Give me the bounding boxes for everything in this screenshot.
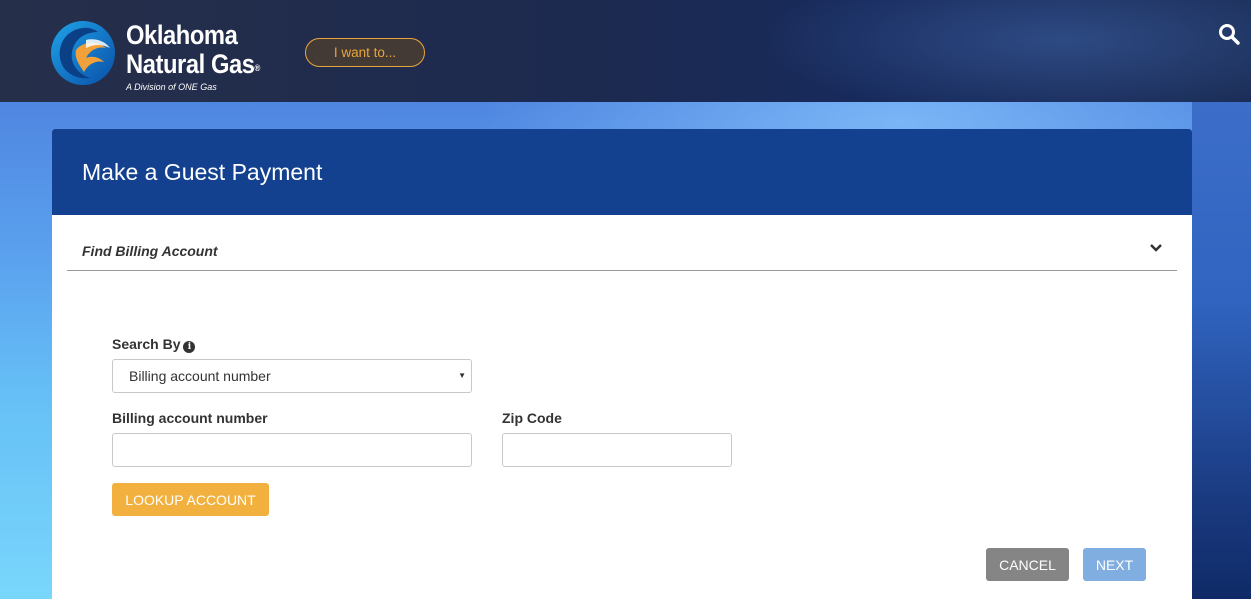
chevron-down-icon[interactable] — [1149, 243, 1163, 253]
lookup-account-button[interactable]: LOOKUP ACCOUNT — [112, 483, 269, 516]
page-title: Make a Guest Payment — [82, 159, 323, 185]
search-by-label-text: Search By — [112, 336, 181, 352]
billing-account-label: Billing account number — [112, 410, 268, 426]
search-by-select[interactable]: Billing account number ▼ — [112, 359, 472, 393]
i-want-to-button[interactable]: I want to... — [305, 38, 425, 67]
logo-registered-mark: ® — [254, 63, 261, 73]
page-background-right — [1192, 102, 1251, 599]
guest-payment-panel: Make a Guest Payment Find Billing Accoun… — [52, 129, 1192, 599]
find-billing-account-toggle[interactable]: Find Billing Account — [67, 229, 1177, 271]
billing-account-input[interactable] — [112, 433, 472, 467]
logo-text-line2: Natural Gas® — [126, 50, 260, 82]
panel-header: Make a Guest Payment — [52, 129, 1192, 215]
zip-code-label: Zip Code — [502, 410, 562, 426]
site-header: Oklahoma Natural Gas® A Division of ONE … — [0, 0, 1251, 102]
next-button[interactable]: NEXT — [1083, 548, 1146, 581]
section-title: Find Billing Account — [82, 243, 218, 259]
brand-logo[interactable]: Oklahoma Natural Gas® A Division of ONE … — [50, 18, 280, 96]
search-by-label: Search By i — [112, 336, 196, 353]
cancel-button[interactable]: CANCEL — [986, 548, 1069, 581]
flame-logo-icon — [51, 21, 115, 85]
search-by-selected-value: Billing account number — [129, 368, 271, 384]
logo-subtitle: A Division of ONE Gas — [126, 82, 217, 92]
search-icon[interactable] — [1217, 22, 1241, 46]
zip-code-input[interactable] — [502, 433, 732, 467]
logo-text-line2-main: Natural Gas — [126, 49, 255, 79]
info-icon[interactable]: i — [183, 341, 196, 353]
logo-text-line1: Oklahoma — [126, 20, 238, 50]
dropdown-arrow-icon: ▼ — [458, 371, 466, 380]
